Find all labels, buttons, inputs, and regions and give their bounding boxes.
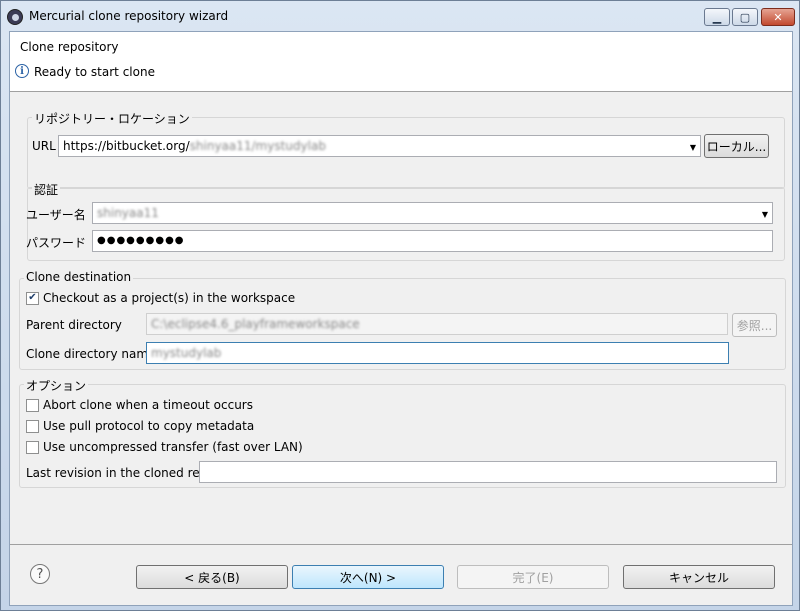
pull-protocol-checkbox-row[interactable]: Use pull protocol to copy metadata (26, 419, 254, 433)
pull-protocol-checkbox[interactable] (26, 419, 39, 433)
url-combo[interactable]: https://bitbucket.org/shinyaa11/mystudyl… (58, 135, 701, 157)
finish-button: 完了(E) (457, 565, 609, 589)
password-field[interactable]: ●●●●●●●●● (92, 230, 773, 252)
info-icon: i (15, 64, 29, 78)
password-label: パスワード (26, 236, 87, 250)
chevron-down-icon[interactable]: ▼ (762, 205, 768, 223)
status-message: Ready to start clone (34, 65, 155, 79)
eclipse-app-icon (7, 9, 23, 25)
options-group-label: オプション (24, 377, 89, 394)
checkout-checkbox-row[interactable]: ✔ Checkout as a project(s) in the worksp… (26, 291, 295, 305)
help-icon[interactable]: ? (30, 564, 50, 584)
checkout-label: Checkout as a project(s) in the workspac… (43, 291, 296, 305)
back-button[interactable]: < 戻る(B) (136, 565, 288, 589)
last-revision-field[interactable] (199, 461, 777, 483)
username-label: ユーザー名 (26, 208, 86, 222)
password-mask: ●●●●●●●●● (97, 235, 185, 246)
last-revision-label: Last revision in the cloned repo (26, 466, 215, 480)
url-prefix: https://bitbucket.org/ (63, 139, 190, 153)
uncompressed-label: Use uncompressed transfer (fast over LAN… (43, 440, 303, 454)
abort-label: Abort clone when a timeout occurs (43, 398, 253, 412)
close-button[interactable]: ✕ (761, 8, 795, 26)
cancel-button[interactable]: キャンセル (623, 565, 775, 589)
clone-directory-label: Clone directory name (26, 347, 156, 361)
button-bar-separator (10, 544, 792, 545)
title-bar[interactable]: Mercurial clone repository wizard ▁ ▢ ✕ (1, 1, 799, 31)
next-button-label: 次へ(N) > (339, 570, 397, 585)
local-button-label: ローカル... (706, 139, 767, 154)
uncompressed-checkbox[interactable] (26, 440, 39, 454)
wizard-window: Mercurial clone repository wizard ▁ ▢ ✕ … (0, 0, 800, 611)
back-button-label: < 戻る(B) (184, 570, 240, 585)
wizard-client-area: Clone repository i Ready to start clone … (9, 31, 793, 606)
maximize-button[interactable]: ▢ (732, 8, 758, 26)
clone-directory-field[interactable]: mystudylab (146, 342, 729, 364)
close-icon: ✕ (773, 10, 783, 24)
window-title: Mercurial clone repository wizard (29, 9, 229, 23)
pull-protocol-label: Use pull protocol to copy metadata (43, 419, 255, 433)
minimize-button[interactable]: ▁ (704, 8, 730, 26)
username-combo[interactable]: shinyaa11 ▼ (92, 202, 773, 224)
wizard-header: Clone repository i Ready to start clone (10, 32, 792, 92)
cancel-button-label: キャンセル (668, 570, 729, 585)
maximize-icon: ▢ (739, 10, 751, 24)
url-path: shinyaa11/mystudylab (189, 139, 326, 153)
page-title: Clone repository (20, 40, 119, 54)
checkout-checkbox[interactable]: ✔ (26, 291, 39, 305)
url-label: URL (32, 139, 56, 153)
auth-group-label: 認証 (32, 181, 61, 198)
minimize-icon: ▁ (712, 10, 722, 24)
next-button[interactable]: 次へ(N) > (292, 565, 444, 589)
uncompressed-checkbox-row[interactable]: Use uncompressed transfer (fast over LAN… (26, 440, 303, 454)
abort-checkbox[interactable] (26, 398, 39, 412)
parent-directory-field: C:\eclipse4.6_playframeworkspace (146, 313, 728, 335)
username-value: shinyaa11 (97, 206, 159, 220)
clone-directory-value: mystudylab (151, 346, 222, 360)
abort-checkbox-row[interactable]: Abort clone when a timeout occurs (26, 398, 253, 412)
parent-directory-value: C:\eclipse4.6_playframeworkspace (151, 317, 360, 331)
browse-button-label: 参照... (736, 318, 773, 333)
finish-button-label: 完了(E) (512, 570, 554, 585)
browse-button: 参照... (732, 313, 777, 337)
clone-destination-label: Clone destination (24, 270, 134, 284)
repository-location-label: リポジトリー・ロケーション (32, 110, 192, 127)
local-button[interactable]: ローカル... (704, 134, 769, 158)
parent-directory-label: Parent directory (26, 318, 122, 332)
chevron-down-icon[interactable]: ▼ (690, 138, 696, 156)
